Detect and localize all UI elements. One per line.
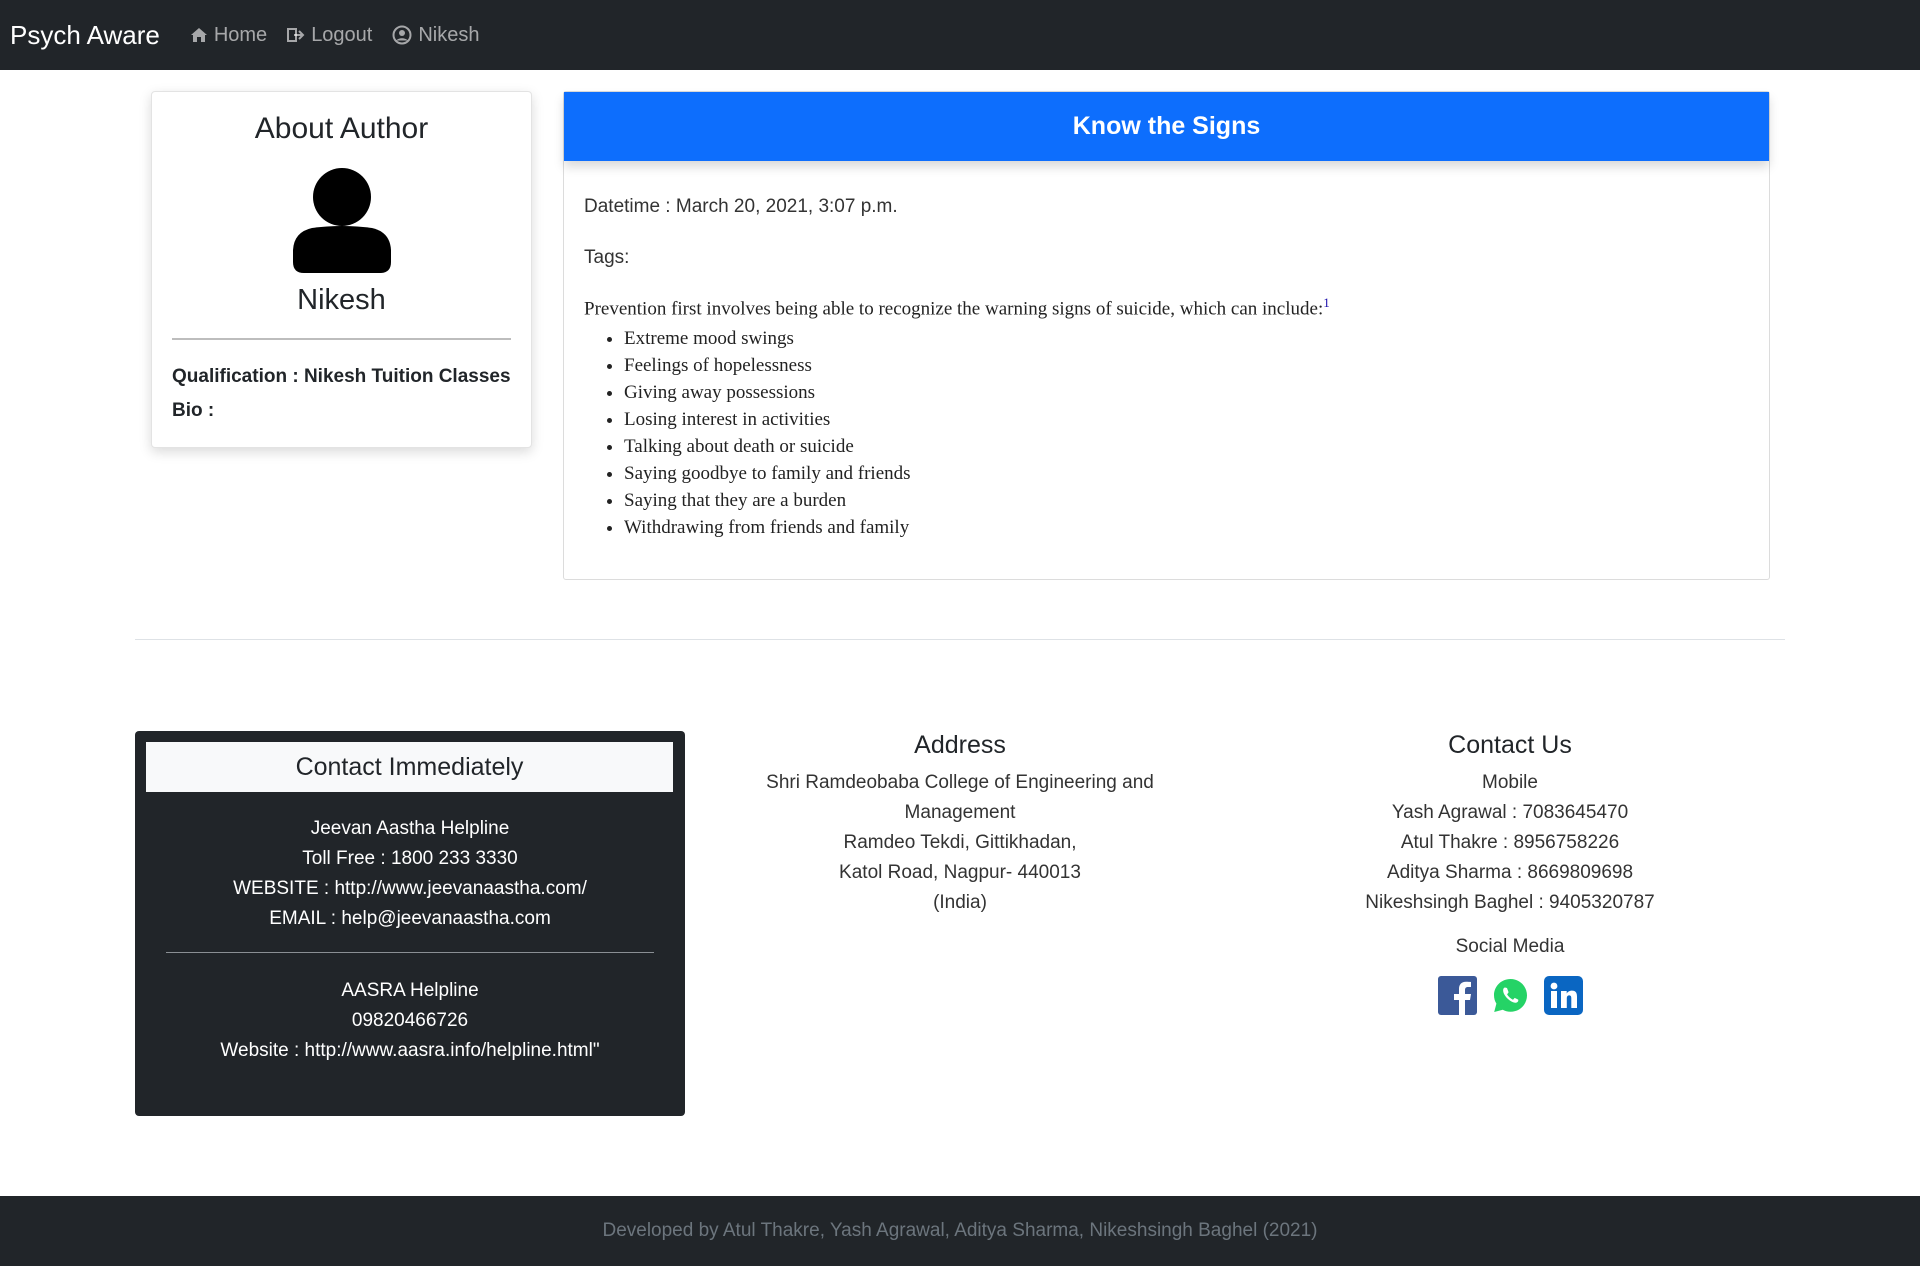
address-title: Address	[914, 731, 1006, 759]
address-line: Shri Ramdeobaba College of Engineering a…	[766, 772, 1154, 793]
author-card: About Author Nikesh Qualification : Nike…	[151, 91, 532, 448]
list-item: Extreme mood swings	[624, 325, 911, 352]
contact-entry: Nikeshsingh Baghel : 9405320787	[1365, 892, 1655, 913]
author-name: Nikesh	[297, 284, 386, 316]
footer-credits: Developed by Atul Thakre, Yash Agrawal, …	[602, 1220, 1318, 1241]
contact-us-section: Contact Us Mobile Yash Agrawal : 7083645…	[1310, 731, 1710, 1015]
navbar: Psych Aware Home Logout Nikesh	[0, 0, 1920, 70]
list-item: Losing interest in activities	[624, 406, 911, 433]
post-title: Know the Signs	[564, 92, 1769, 161]
contact-us-title: Contact Us	[1448, 731, 1572, 759]
helpline-phone: Toll Free : 1800 233 3330	[302, 848, 518, 869]
footnote-link[interactable]: 1	[1323, 295, 1330, 310]
author-qualification: Qualification : Nikesh Tuition Classes	[172, 366, 511, 387]
post-card: Know the Signs Datetime : March 20, 2021…	[563, 91, 1770, 580]
home-icon	[190, 28, 207, 42]
contact-immediately-title: Contact Immediately	[146, 742, 673, 792]
address-line: Ramdeo Tekdi, Gittikhadan,	[843, 832, 1077, 853]
nav-home-label: Home	[213, 23, 268, 46]
address-line: (India)	[933, 892, 987, 913]
facebook-icon[interactable]	[1437, 976, 1477, 1015]
nav-profile-label: Nikesh	[418, 23, 480, 46]
linkedin-icon[interactable]	[1543, 976, 1583, 1015]
post-intro-text: Prevention first involves being able to …	[584, 298, 1324, 320]
contact-entry: Atul Thakre : 8956758226	[1400, 832, 1620, 853]
list-item: Saying that they are a burden	[624, 487, 911, 514]
nav-profile-link[interactable]: Nikesh	[392, 23, 480, 47]
address-section: Address Shri Ramdeobaba College of Engin…	[740, 731, 1180, 918]
jeevan-aastha-block: Jeevan Aastha Helpline Toll Free : 1800 …	[135, 814, 685, 934]
logout-icon	[287, 28, 305, 42]
helpline-website: Website : http://www.aasra.info/helpline…	[220, 1040, 600, 1061]
list-item: Giving away possessions	[624, 379, 911, 406]
author-divider	[172, 338, 511, 340]
helpline-email: EMAIL : help@jeevanaastha.com	[269, 908, 551, 929]
whatsapp-icon[interactable]	[1491, 976, 1530, 1015]
helpline-name: AASRA Helpline	[341, 980, 479, 1001]
contact-divider	[166, 952, 654, 953]
signs-list: Extreme mood swings Feelings of hopeless…	[624, 325, 911, 541]
nav-logout-link[interactable]: Logout	[287, 24, 372, 47]
address-line: Katol Road, Nagpur- 440013	[839, 862, 1081, 883]
helpline-phone: 09820466726	[351, 1010, 469, 1031]
post-datetime: Datetime : March 20, 2021, 3:07 p.m.	[584, 196, 898, 217]
author-meta: Qualification : Nikesh Tuition Classes B…	[172, 360, 511, 428]
list-item: Talking about death or suicide	[624, 433, 911, 460]
list-item: Saying goodbye to family and friends	[624, 460, 911, 487]
nav-home-link[interactable]: Home	[190, 24, 267, 47]
helpline-website: WEBSITE : http://www.jeevanaastha.com/	[233, 878, 587, 899]
section-divider	[135, 639, 1785, 640]
post-tags: Tags:	[584, 247, 630, 268]
footer: Developed by Atul Thakre, Yash Agrawal, …	[0, 1196, 1920, 1266]
helpline-name: Jeevan Aastha Helpline	[310, 818, 510, 839]
social-icons	[1310, 976, 1710, 1015]
aasra-block: AASRA Helpline 09820466726 Website : htt…	[135, 976, 685, 1066]
mobile-label: Mobile	[1482, 772, 1538, 793]
list-item: Withdrawing from friends and family	[624, 514, 911, 541]
contact-entry: Yash Agrawal : 7083645470	[1391, 802, 1629, 823]
contact-immediately-box: Contact Immediately Jeevan Aastha Helpli…	[135, 731, 685, 1116]
contact-entry: Aditya Sharma : 8669809698	[1386, 862, 1634, 883]
author-bio: Bio :	[172, 400, 215, 421]
user-avatar-icon	[293, 168, 391, 273]
nav-logout-label: Logout	[311, 23, 373, 46]
post-intro: Prevention first involves being able to …	[584, 295, 1330, 320]
brand-logo-text[interactable]: Psych Aware	[10, 20, 160, 51]
author-card-title: About Author	[254, 112, 429, 145]
user-circle-icon	[392, 25, 412, 45]
list-item: Feelings of hopelessness	[624, 352, 911, 379]
address-line: Management	[904, 802, 1016, 823]
social-media-label: Social Media	[1455, 936, 1565, 957]
